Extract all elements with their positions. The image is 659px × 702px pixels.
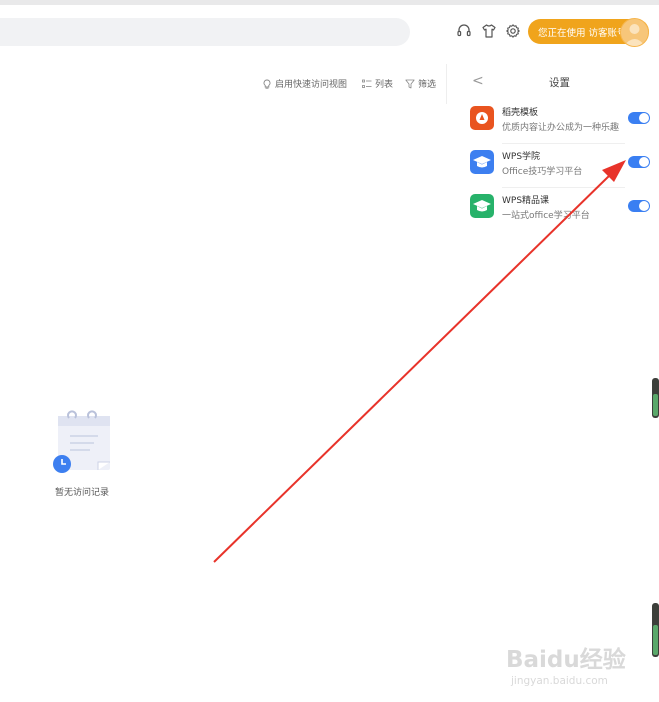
gear-icon[interactable] (505, 23, 521, 39)
watermark: Baidu经验 jingyan.baidu.com (506, 640, 626, 687)
window-top-strip (0, 0, 659, 5)
empty-state-text: 暂无访问记录 (55, 488, 110, 498)
lightbulb-icon (262, 79, 272, 89)
list-label: 列表 (375, 80, 394, 90)
panel-title: 设置 (549, 77, 570, 89)
list-view-button[interactable]: 列表 (362, 77, 393, 90)
account-label: 您正在使用 访客账号 (538, 28, 627, 39)
docer-icon (470, 106, 494, 130)
setting-row-wps-academy: WPS学院 Office技巧学习平台 (461, 144, 659, 188)
funnel-icon (405, 79, 415, 89)
toggle-knob (639, 113, 649, 123)
notebook-clock-icon (50, 408, 114, 476)
graduation-cap-icon (470, 150, 494, 174)
setting-row-wps-course: WPS精品课 一站式office学习平台 (461, 188, 659, 232)
setting-row-docer: 稻壳模板 优质内容让办公成为一种乐趣 (461, 100, 659, 144)
back-button[interactable]: < (472, 73, 484, 89)
wps-academy-toggle[interactable] (628, 156, 650, 168)
divider (446, 64, 447, 104)
toggle-knob (639, 201, 649, 211)
setting-name: 稻壳模板 (502, 108, 539, 118)
setting-name: WPS精品课 (502, 196, 550, 206)
toggle-knob (639, 157, 649, 167)
headset-icon[interactable] (456, 23, 472, 39)
edge-indicator (652, 378, 659, 418)
quick-access-label: 启用快速访问视图 (275, 80, 348, 90)
tshirt-icon[interactable] (481, 23, 497, 39)
filter-label: 筛选 (418, 80, 437, 90)
wps-course-toggle[interactable] (628, 200, 650, 212)
watermark-url: jingyan.baidu.com (511, 675, 608, 687)
setting-name: WPS学院 (502, 152, 541, 162)
watermark-title: Baidu经验 (506, 647, 626, 673)
list-icon (362, 79, 372, 89)
quick-access-toggle[interactable]: 启用快速访问视图 (262, 77, 347, 90)
avatar[interactable] (620, 18, 649, 47)
edge-indicator (652, 603, 659, 657)
course-cap-icon (470, 194, 494, 218)
setting-desc: 一站式office学习平台 (502, 211, 590, 221)
search-input[interactable] (0, 18, 410, 46)
setting-desc: 优质内容让办公成为一种乐趣 (502, 123, 620, 133)
setting-desc: Office技巧学习平台 (502, 167, 583, 177)
docer-toggle[interactable] (628, 112, 650, 124)
account-button[interactable]: 您正在使用 访客账号 (528, 18, 649, 47)
filter-button[interactable]: 筛选 (405, 77, 436, 90)
